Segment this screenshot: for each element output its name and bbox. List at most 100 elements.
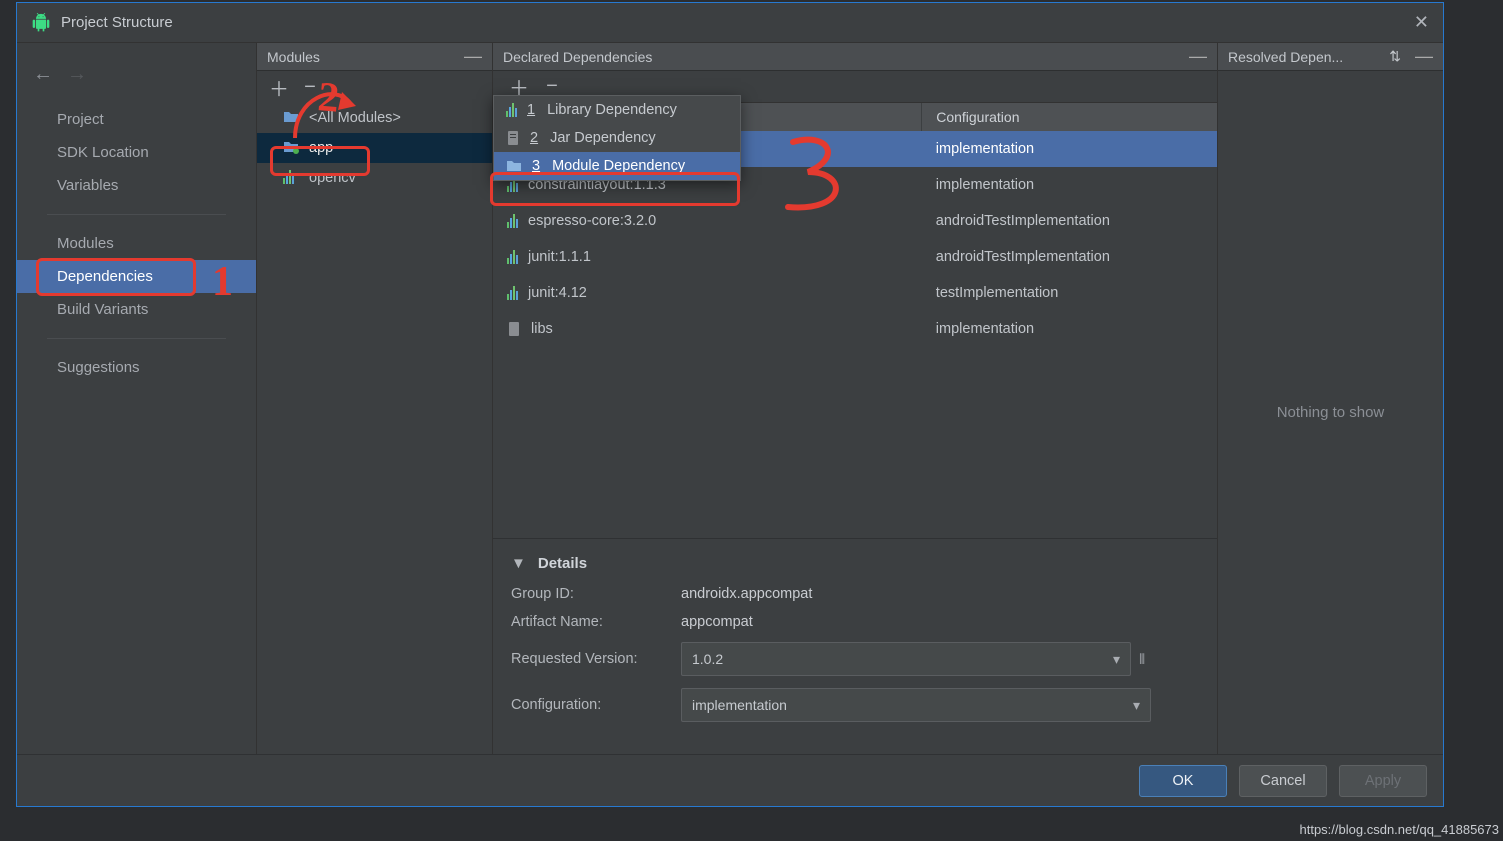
- dep-name: junit:4.12: [528, 285, 587, 301]
- groupid-label: Group ID:: [511, 586, 681, 602]
- popup-library-dependency[interactable]: 1 Library Dependency: [494, 96, 740, 124]
- folder-icon: [283, 140, 301, 156]
- dep-config: implementation: [936, 321, 1034, 337]
- add-module-icon[interactable]: ＋: [269, 73, 287, 102]
- sidebar-item-variables[interactable]: Variables: [17, 169, 256, 202]
- cancel-button[interactable]: Cancel: [1239, 765, 1327, 797]
- sidebar-item-sdk-location[interactable]: SDK Location: [17, 136, 256, 169]
- dep-config: androidTestImplementation: [936, 249, 1110, 265]
- modules-title: Modules: [267, 49, 320, 65]
- module-item-all[interactable]: <All Modules>: [257, 103, 492, 133]
- dep-name: espresso-core:3.2.0: [528, 213, 656, 229]
- sidebar: ← → Project SDK Location Variables Modul…: [17, 43, 257, 754]
- remove-module-icon[interactable]: −: [301, 76, 319, 99]
- details-pane: ▼ Details Group ID: androidx.appcompat A…: [493, 538, 1217, 754]
- title-bar: Project Structure ✕: [17, 3, 1443, 43]
- groupid-value: androidx.appcompat: [681, 586, 812, 602]
- dep-config: implementation: [936, 141, 1034, 157]
- module-list: <All Modules> app opencv: [257, 103, 492, 754]
- bars-icon: [507, 214, 518, 228]
- popup-hotkey: 2: [530, 130, 538, 146]
- config-value: implementation: [692, 697, 787, 713]
- resolved-title: Resolved Depen...: [1228, 49, 1343, 65]
- sidebar-item-modules[interactable]: Modules: [17, 227, 256, 260]
- button-bar: OK Cancel Apply: [17, 754, 1443, 806]
- sidebar-item-suggestions[interactable]: Suggestions: [17, 351, 256, 384]
- artifact-value: appcompat: [681, 614, 753, 630]
- collapse-icon[interactable]: ▼: [511, 555, 526, 572]
- artifact-label: Artifact Name:: [511, 614, 681, 630]
- chevron-down-icon: ▾: [1133, 697, 1140, 714]
- settings-icon[interactable]: ⇅: [1389, 48, 1401, 65]
- dep-name: junit:1.1.1: [528, 249, 591, 265]
- sidebar-divider: [47, 338, 226, 339]
- content-area: ← → Project SDK Location Variables Modul…: [17, 43, 1443, 754]
- version-label: Requested Version:: [511, 651, 681, 667]
- table-row[interactable]: junit:4.12 testImplementation: [493, 275, 1217, 311]
- popup-hotkey: 3: [532, 158, 540, 174]
- module-label: app: [309, 140, 333, 156]
- jar-icon: [506, 130, 520, 146]
- version-value: 1.0.2: [692, 651, 723, 667]
- popup-hotkey: 1: [527, 102, 535, 118]
- window-title: Project Structure: [61, 14, 173, 31]
- sidebar-item-dependencies[interactable]: Dependencies: [17, 260, 256, 293]
- folder-icon: [506, 159, 522, 173]
- module-label: opencv: [309, 170, 356, 186]
- nav-arrows: ← →: [17, 49, 256, 99]
- folder-icon: [507, 321, 521, 337]
- details-title: Details: [538, 555, 587, 572]
- details-header[interactable]: ▼ Details: [511, 555, 1193, 572]
- add-dependency-popup: 1 Library Dependency 2 Jar Dependency: [493, 95, 741, 181]
- config-combo[interactable]: implementation ▾: [681, 688, 1151, 722]
- project-structure-dialog: Project Structure ✕ ← → Project SDK Loca…: [16, 2, 1444, 807]
- close-icon[interactable]: ✕: [1414, 12, 1429, 33]
- module-item-opencv[interactable]: opencv: [257, 163, 492, 193]
- dep-name: libs: [531, 321, 553, 337]
- android-icon: [31, 13, 51, 33]
- sidebar-item-project[interactable]: Project: [17, 103, 256, 136]
- bars-icon: [507, 286, 518, 300]
- minimize-icon[interactable]: —: [1189, 46, 1207, 67]
- table-row[interactable]: libs implementation: [493, 311, 1217, 347]
- col-configuration: Configuration: [922, 103, 1217, 131]
- modules-header: Modules —: [257, 43, 492, 71]
- popup-module-dependency[interactable]: 3 Module Dependency: [494, 152, 740, 180]
- history-icon[interactable]: ⦀: [1139, 651, 1145, 668]
- modules-toolbar: ＋ −: [257, 71, 492, 103]
- popup-label: Library Dependency: [547, 102, 677, 118]
- module-label: <All Modules>: [309, 110, 401, 126]
- back-arrow-icon[interactable]: ←: [33, 63, 53, 86]
- popup-label: Jar Dependency: [550, 130, 656, 146]
- folder-icon: [283, 110, 301, 126]
- chevron-down-icon: ▾: [1113, 651, 1120, 668]
- version-combo[interactable]: 1.0.2 ▾: [681, 642, 1131, 676]
- modules-pane: Modules — ＋ − <All Modules> app: [257, 43, 493, 754]
- dep-config: testImplementation: [936, 285, 1059, 301]
- popup-jar-dependency[interactable]: 2 Jar Dependency: [494, 124, 740, 152]
- bars-icon: [283, 170, 301, 186]
- popup-label: Module Dependency: [552, 158, 685, 174]
- resolved-empty: Nothing to show: [1218, 71, 1443, 754]
- dep-config: implementation: [936, 177, 1034, 193]
- bars-icon: [506, 103, 517, 117]
- dependencies-pane: Declared Dependencies — ＋ − 1 Library De…: [493, 43, 1217, 754]
- module-item-app[interactable]: app: [257, 133, 492, 163]
- dep-config: androidTestImplementation: [936, 213, 1110, 229]
- apply-button[interactable]: Apply: [1339, 765, 1427, 797]
- bars-icon: [507, 250, 518, 264]
- watermark: https://blog.csdn.net/qq_41885673: [1300, 822, 1500, 837]
- table-row[interactable]: espresso-core:3.2.0 androidTestImplement…: [493, 203, 1217, 239]
- resolved-pane: Resolved Depen... ⇅ — Nothing to show: [1217, 43, 1443, 754]
- sidebar-item-build-variants[interactable]: Build Variants: [17, 293, 256, 326]
- sidebar-divider: [47, 214, 226, 215]
- ok-button[interactable]: OK: [1139, 765, 1227, 797]
- deps-toolbar: ＋ − 1 Library Dependency 2 Jar Depende: [493, 71, 1217, 103]
- minimize-icon[interactable]: —: [464, 46, 482, 67]
- config-label: Configuration:: [511, 697, 681, 713]
- table-row[interactable]: junit:1.1.1 androidTestImplementation: [493, 239, 1217, 275]
- resolved-header: Resolved Depen... ⇅ —: [1218, 43, 1443, 71]
- minimize-icon[interactable]: —: [1415, 46, 1433, 67]
- forward-arrow-icon[interactable]: →: [67, 63, 87, 86]
- deps-header: Declared Dependencies —: [493, 43, 1217, 71]
